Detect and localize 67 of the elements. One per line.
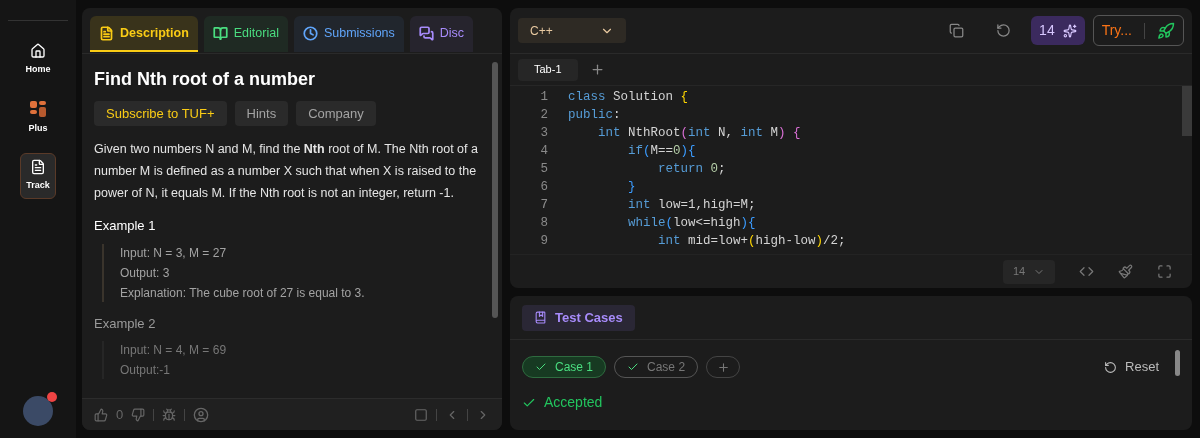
tab[interactable]: Editorial	[203, 16, 288, 52]
line-number: 2	[539, 107, 548, 124]
editor-tab[interactable]: Tab-1	[518, 58, 578, 81]
scrollbar	[1182, 86, 1192, 136]
tag-chip[interactable]: Subscribe to TUF+	[94, 101, 227, 126]
case-tab[interactable]: Case 1	[522, 356, 607, 378]
sidebar-item[interactable]: Home	[20, 37, 56, 83]
line-number: 8	[539, 215, 548, 232]
streak-badge[interactable]: 14	[1031, 16, 1085, 45]
language-select[interactable]: C++	[518, 18, 626, 43]
line-number: 6	[539, 179, 548, 196]
line-number: 3	[539, 125, 548, 142]
code-line: class Solution {	[568, 89, 689, 106]
code-icon[interactable]	[1079, 264, 1094, 279]
bug-icon[interactable]	[162, 407, 177, 422]
code-line: if(M==0){	[627, 143, 696, 160]
tab[interactable]: Submissions	[293, 16, 404, 52]
line-number: 1	[539, 89, 548, 106]
avatar[interactable]	[23, 396, 53, 426]
square-icon[interactable]	[414, 407, 428, 422]
example-heading: Example 1	[94, 217, 157, 235]
check-icon	[627, 361, 640, 373]
code-line: int mid=low+(high-low)/2;	[657, 233, 846, 250]
copy-icon[interactable]	[949, 23, 965, 38]
sidebar-item[interactable]: Plus	[20, 95, 56, 141]
sidebar-item[interactable]: Track	[20, 153, 56, 199]
code-line: int NthRoot(int N, int M) {	[597, 125, 801, 142]
plus-icon	[716, 360, 730, 374]
sparkle-icon	[1062, 23, 1077, 38]
code-line: return 0;	[657, 161, 726, 178]
reset-icon[interactable]	[996, 23, 1012, 38]
example-heading: Example 2	[94, 314, 157, 333]
tab[interactable]: Description	[90, 16, 198, 52]
thumbs-up-icon[interactable]	[94, 407, 108, 422]
example-line: Output:-1	[120, 362, 172, 379]
line-number: 9	[539, 233, 548, 250]
reset-icon	[1104, 360, 1118, 374]
check-icon	[535, 361, 547, 373]
reset-button[interactable]: Reset	[1104, 357, 1159, 377]
example-line: Output: 3	[120, 264, 171, 282]
example-line: Input: N = 4, M = 69	[120, 342, 228, 359]
problem-title: Find Nth root of a number	[94, 68, 316, 91]
result-status: Accepted	[544, 393, 603, 412]
example-line: Explanation: The cube root of 27 is equal to 3.	[120, 284, 366, 302]
document-icon	[30, 159, 46, 176]
blocks-icon	[29, 100, 47, 119]
rocket-icon	[1157, 21, 1175, 40]
line-number: 5	[539, 161, 548, 178]
fullscreen-icon[interactable]	[1157, 264, 1172, 279]
example-line: Input: N = 3, M = 27	[120, 244, 228, 262]
thumbs-down-icon[interactable]	[131, 407, 146, 422]
code-line: }	[627, 179, 636, 196]
scrollbar	[1175, 350, 1180, 376]
code-line: while(low<=high){	[627, 215, 756, 232]
tag-chip[interactable]: Hints	[234, 101, 289, 126]
home-icon	[30, 43, 46, 60]
tab[interactable]: Disc	[409, 16, 474, 52]
try-button[interactable]: Try...	[1092, 15, 1184, 46]
code-line: public:	[568, 107, 621, 124]
line-number: 4	[539, 143, 548, 160]
code-line: int low=1,high=M;	[627, 197, 756, 214]
like-count: 0	[116, 405, 124, 424]
add-tab-icon[interactable]	[589, 62, 605, 77]
problem-statement: Given two numbers N and M, find the Nth root of M. The Nth root of a number M is defined as a number X such that when X is raised to the power of N, it equals M. If the Nth root is not an integer, return -1.	[94, 141, 479, 202]
line-number: 7	[539, 197, 548, 214]
test-cases-tab[interactable]: Test Cases	[522, 304, 635, 331]
tag-chip[interactable]: Company	[296, 101, 376, 126]
